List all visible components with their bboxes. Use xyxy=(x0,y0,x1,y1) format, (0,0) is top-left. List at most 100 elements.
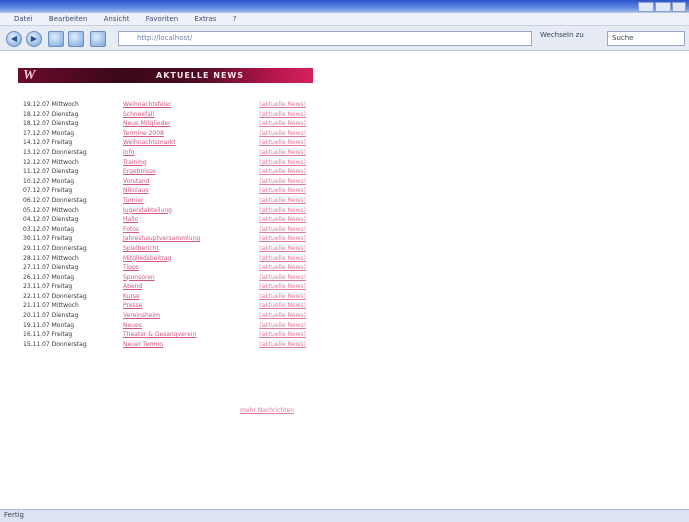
news-title-link[interactable]: Ergebnisse xyxy=(123,168,156,175)
site-banner: W AKTUELLE NEWS xyxy=(18,68,313,83)
news-title-link[interactable]: Abend xyxy=(123,283,142,290)
news-source-cell: (aktuelle News) xyxy=(218,215,306,225)
address-text: http://localhost/ xyxy=(137,34,193,42)
news-title-link[interactable]: Termine 2008 xyxy=(123,130,164,137)
news-source-link[interactable]: (aktuelle News) xyxy=(259,302,306,309)
home-icon[interactable] xyxy=(90,31,106,47)
news-title-link[interactable]: Kurse xyxy=(123,293,140,300)
news-date: 16.11.07 Freitag xyxy=(23,331,73,339)
news-source-link[interactable]: (aktuelle News) xyxy=(259,149,306,156)
stop-icon[interactable] xyxy=(68,31,84,47)
news-title-link[interactable]: Hallo xyxy=(123,216,138,223)
news-date: 18.12.07 Dienstag xyxy=(23,110,79,118)
table-row: 10.12.07 Montag Vorstand (aktuelle News) xyxy=(23,177,306,187)
news-title-link[interactable]: Neues xyxy=(123,322,142,329)
news-source-link[interactable]: (aktuelle News) xyxy=(259,207,306,214)
news-title-cell: Theater & Gesangverein xyxy=(123,330,218,340)
news-source-link[interactable]: (aktuelle News) xyxy=(259,168,306,175)
table-row: 22.11.07 Donnerstag Kurse (aktuelle News) xyxy=(23,292,306,302)
news-title-link[interactable]: Info xyxy=(123,149,134,156)
news-source-link[interactable]: (aktuelle News) xyxy=(259,283,306,290)
news-title-link[interactable]: Sponsoren xyxy=(123,274,155,281)
news-date: 10.12.07 Montag xyxy=(23,177,75,185)
refresh-icon[interactable] xyxy=(48,31,64,47)
news-title-link[interactable]: Neuer Termin xyxy=(123,341,163,348)
news-source-cell: (aktuelle News) xyxy=(218,273,306,283)
news-source-link[interactable]: (aktuelle News) xyxy=(259,159,306,166)
more-news-link[interactable]: mehr Nachrichten xyxy=(240,407,294,414)
minimize-icon[interactable] xyxy=(638,2,654,12)
news-source-link[interactable]: (aktuelle News) xyxy=(259,139,306,146)
news-source-link[interactable]: (aktuelle News) xyxy=(259,226,306,233)
news-title-cell: Weihnachtsfeier xyxy=(123,100,218,110)
news-title-link[interactable]: Tipps xyxy=(123,264,139,271)
address-bar[interactable]: http://localhost/ xyxy=(118,31,532,46)
menu-item-edit[interactable]: Bearbeiten xyxy=(49,13,87,25)
news-title-link[interactable]: Vorstand xyxy=(123,178,150,185)
news-source-link[interactable]: (aktuelle News) xyxy=(259,245,306,252)
news-title-link[interactable]: Vereinsheim xyxy=(123,312,160,319)
news-source-link[interactable]: (aktuelle News) xyxy=(259,120,306,127)
news-source-cell: (aktuelle News) xyxy=(218,119,306,129)
news-date: 04.12.07 Dienstag xyxy=(23,216,79,224)
maximize-icon[interactable] xyxy=(655,2,671,12)
news-source-link[interactable]: (aktuelle News) xyxy=(259,101,306,108)
news-source-link[interactable]: (aktuelle News) xyxy=(259,293,306,300)
news-title-link[interactable]: Weihnachtsmarkt xyxy=(123,139,176,146)
news-source-link[interactable]: (aktuelle News) xyxy=(259,197,306,204)
news-source-cell: (aktuelle News) xyxy=(218,158,306,168)
news-title-link[interactable]: Presse xyxy=(123,302,142,309)
menu-item-view[interactable]: Ansicht xyxy=(104,13,130,25)
news-source-link[interactable]: (aktuelle News) xyxy=(259,341,306,348)
forward-button[interactable]: ▶ xyxy=(26,31,42,47)
news-source-link[interactable]: (aktuelle News) xyxy=(259,130,306,137)
news-title-link[interactable]: Schneefall xyxy=(123,111,154,118)
search-input[interactable]: Suche xyxy=(607,31,685,46)
news-source-link[interactable]: (aktuelle News) xyxy=(259,255,306,262)
news-source-link[interactable]: (aktuelle News) xyxy=(259,264,306,271)
news-title-link[interactable]: Training xyxy=(123,159,147,166)
news-source-link[interactable]: (aktuelle News) xyxy=(259,216,306,223)
close-icon[interactable] xyxy=(672,2,686,12)
go-button[interactable]: Wechseln zu xyxy=(540,31,584,39)
news-source-link[interactable]: (aktuelle News) xyxy=(259,331,306,338)
news-source-link[interactable]: (aktuelle News) xyxy=(259,312,306,319)
news-title-link[interactable]: Jugendabteilung xyxy=(123,207,172,214)
news-source-link[interactable]: (aktuelle News) xyxy=(259,111,306,118)
news-title-link[interactable]: Weihnachtsfeier xyxy=(123,101,171,108)
news-title-cell: Tipps xyxy=(123,263,218,273)
news-source-cell: (aktuelle News) xyxy=(218,138,306,148)
news-title-link[interactable]: Theater & Gesangverein xyxy=(123,331,196,338)
news-source-link[interactable]: (aktuelle News) xyxy=(259,187,306,194)
news-source-link[interactable]: (aktuelle News) xyxy=(259,235,306,242)
menu-item-file[interactable]: Datei xyxy=(14,13,33,25)
menu-item-help[interactable]: ? xyxy=(233,13,237,25)
news-source-link[interactable]: (aktuelle News) xyxy=(259,178,306,185)
menu-item-favorites[interactable]: Favoriten xyxy=(146,13,178,25)
menu-item-tools[interactable]: Extras xyxy=(194,13,216,25)
table-row: 27.11.07 Dienstag Tipps (aktuelle News) xyxy=(23,263,306,273)
news-source-cell: (aktuelle News) xyxy=(218,263,306,273)
news-title-link[interactable]: Neue Mitglieder xyxy=(123,120,171,127)
news-title-link[interactable]: Fotos xyxy=(123,226,139,233)
news-source-cell: (aktuelle News) xyxy=(218,186,306,196)
news-source-link[interactable]: (aktuelle News) xyxy=(259,322,306,329)
news-title-cell: Ergebnisse xyxy=(123,167,218,177)
news-title-link[interactable]: Jahreshauptversammlung xyxy=(123,235,200,242)
news-title-cell: Nikolaus xyxy=(123,186,218,196)
news-title-link[interactable]: Mitgliedsbeitrag xyxy=(123,255,171,262)
back-button[interactable]: ◀ xyxy=(6,31,22,47)
news-source-link[interactable]: (aktuelle News) xyxy=(259,274,306,281)
news-title-cell: Turnier xyxy=(123,196,218,206)
news-title-link[interactable]: Spielbericht xyxy=(123,245,159,252)
news-title-link[interactable]: Turnier xyxy=(123,197,144,204)
table-row: 05.12.07 Mittwoch Jugendabteilung (aktuell… xyxy=(23,206,306,216)
table-row: 19.11.07 Montag Neues (aktuelle News) xyxy=(23,321,306,331)
news-table: 19.12.07 Mittwoch Weihnachtsfeier (aktuell… xyxy=(23,100,306,349)
news-source-cell: (aktuelle News) xyxy=(218,301,306,311)
news-source-cell: (aktuelle News) xyxy=(218,167,306,177)
news-title-cell: Jugendabteilung xyxy=(123,206,218,216)
table-row: 19.12.07 Mittwoch Weihnachtsfeier (aktuell… xyxy=(23,100,306,110)
news-date: 27.11.07 Dienstag xyxy=(23,264,79,272)
news-title-link[interactable]: Nikolaus xyxy=(123,187,148,194)
